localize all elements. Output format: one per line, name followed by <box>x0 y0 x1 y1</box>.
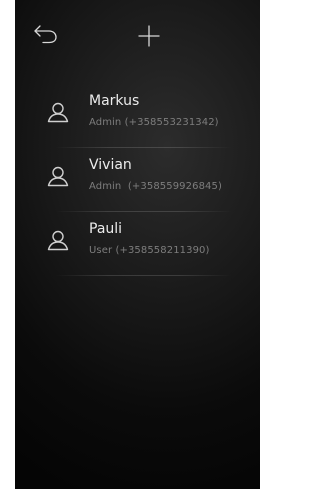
undo-arrow-icon[interactable] <box>33 22 59 46</box>
contact-item[interactable]: Markus Admin (+358553231342) <box>15 84 260 148</box>
user-icon <box>47 230 69 251</box>
contact-name: Pauli <box>89 221 123 237</box>
contact-item[interactable]: Vivian Admin (+358559926845) <box>15 148 260 212</box>
contact-role-phone: User (+358558211390) <box>89 245 210 256</box>
top-bar <box>15 0 260 70</box>
plus-icon[interactable] <box>137 24 161 48</box>
contact-role-phone: Admin (+358559926845) <box>89 181 222 192</box>
user-icon <box>47 166 69 187</box>
user-icon <box>47 102 69 123</box>
contact-item[interactable]: Pauli User (+358558211390) <box>15 212 260 276</box>
contact-role-phone: Admin (+358553231342) <box>89 117 219 128</box>
contact-list: Markus Admin (+358553231342) Vivian Admi… <box>15 84 260 276</box>
contact-name: Vivian <box>89 157 132 173</box>
phone-screen: Markus Admin (+358553231342) Vivian Admi… <box>15 0 260 489</box>
contact-name: Markus <box>89 93 140 109</box>
